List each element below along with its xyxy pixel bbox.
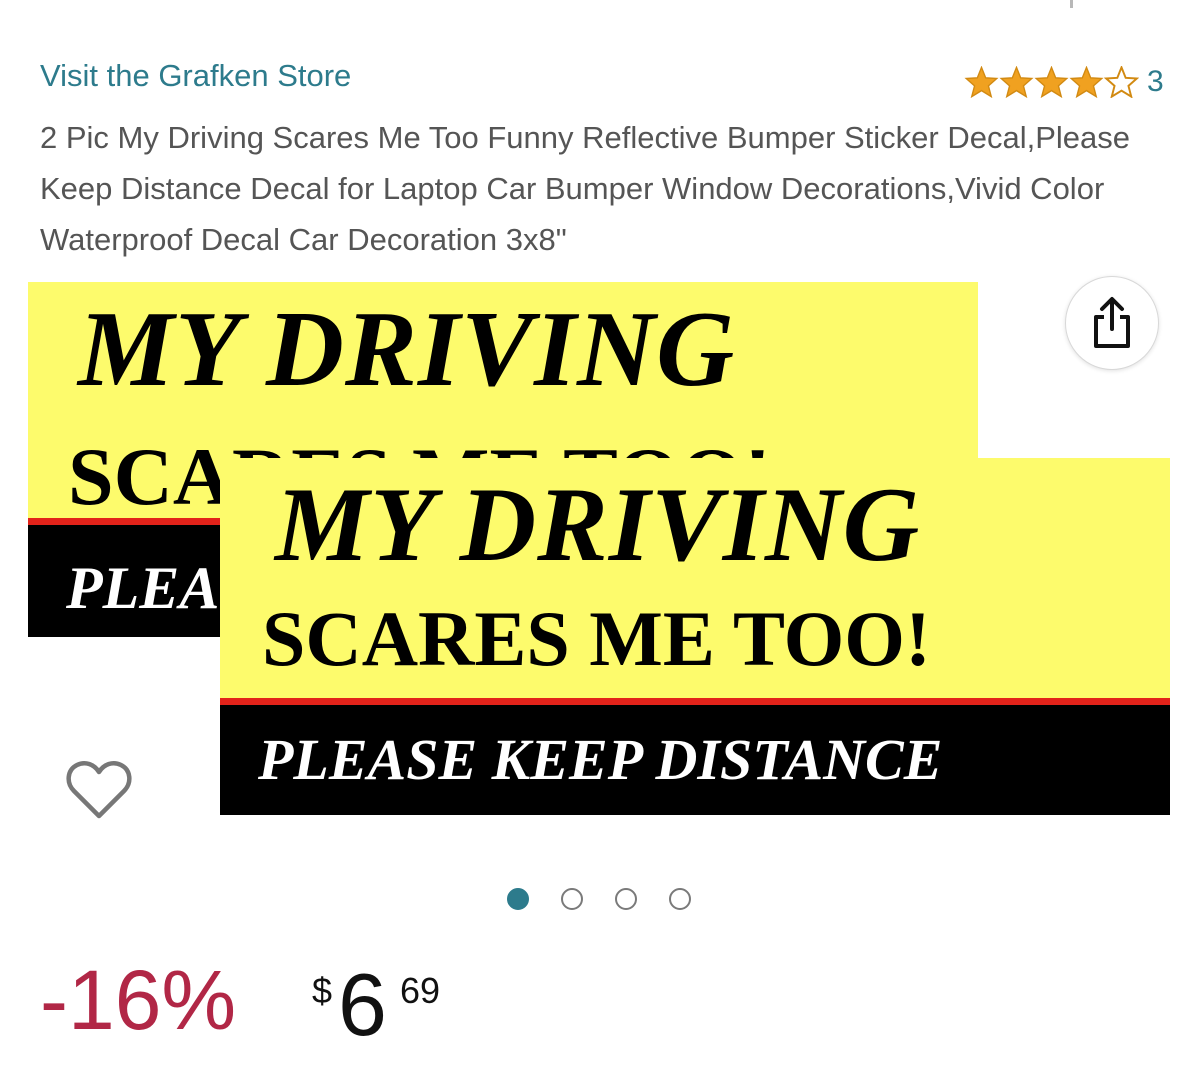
sticker-subheadline: SCARES ME TOO! — [262, 595, 931, 682]
sticker-footer-text: PLEASE KEEP DISTANCE — [258, 727, 943, 792]
rating-count[interactable]: 3 — [1147, 62, 1164, 102]
sticker-red-stripe — [220, 698, 1170, 705]
star-full-icon — [964, 66, 999, 98]
price-currency: $ — [312, 970, 333, 1011]
sticker-headline: MY DRIVING — [78, 290, 736, 409]
visit-store-link[interactable]: Visit the Grafken Store — [40, 58, 351, 94]
sticker-headline: MY DRIVING — [275, 466, 921, 583]
heart-icon[interactable] — [66, 760, 132, 822]
product-title: 2 Pic My Driving Scares Me Too Funny Ref… — [40, 120, 1131, 257]
image-pagination — [507, 888, 723, 910]
share-button[interactable] — [1065, 276, 1159, 370]
divider-tick — [1070, 0, 1073, 8]
pagination-dot[interactable] — [615, 888, 637, 910]
star-rating — [964, 66, 1139, 98]
pagination-dot[interactable] — [561, 888, 583, 910]
star-full-icon — [1069, 66, 1104, 98]
star-full-icon — [1034, 66, 1069, 98]
price-fraction: 69 — [400, 970, 441, 1011]
product-image-sticker-front: MY DRIVING SCARES ME TOO! PLEASE KEEP DI… — [220, 458, 1170, 815]
share-icon — [1094, 297, 1130, 348]
rating-summary[interactable]: 3 — [964, 62, 1164, 102]
pagination-dot[interactable] — [669, 888, 691, 910]
product-image-gallery[interactable]: MY DRIVING SCARES ME TOO! PLEASE KEEP DI… — [0, 270, 1200, 870]
star-full-icon — [999, 66, 1034, 98]
price-whole: 6 — [338, 955, 387, 1054]
pagination-dot[interactable] — [507, 888, 529, 910]
star-empty-icon — [1104, 66, 1139, 98]
discount-percent: -16% — [40, 953, 237, 1047]
